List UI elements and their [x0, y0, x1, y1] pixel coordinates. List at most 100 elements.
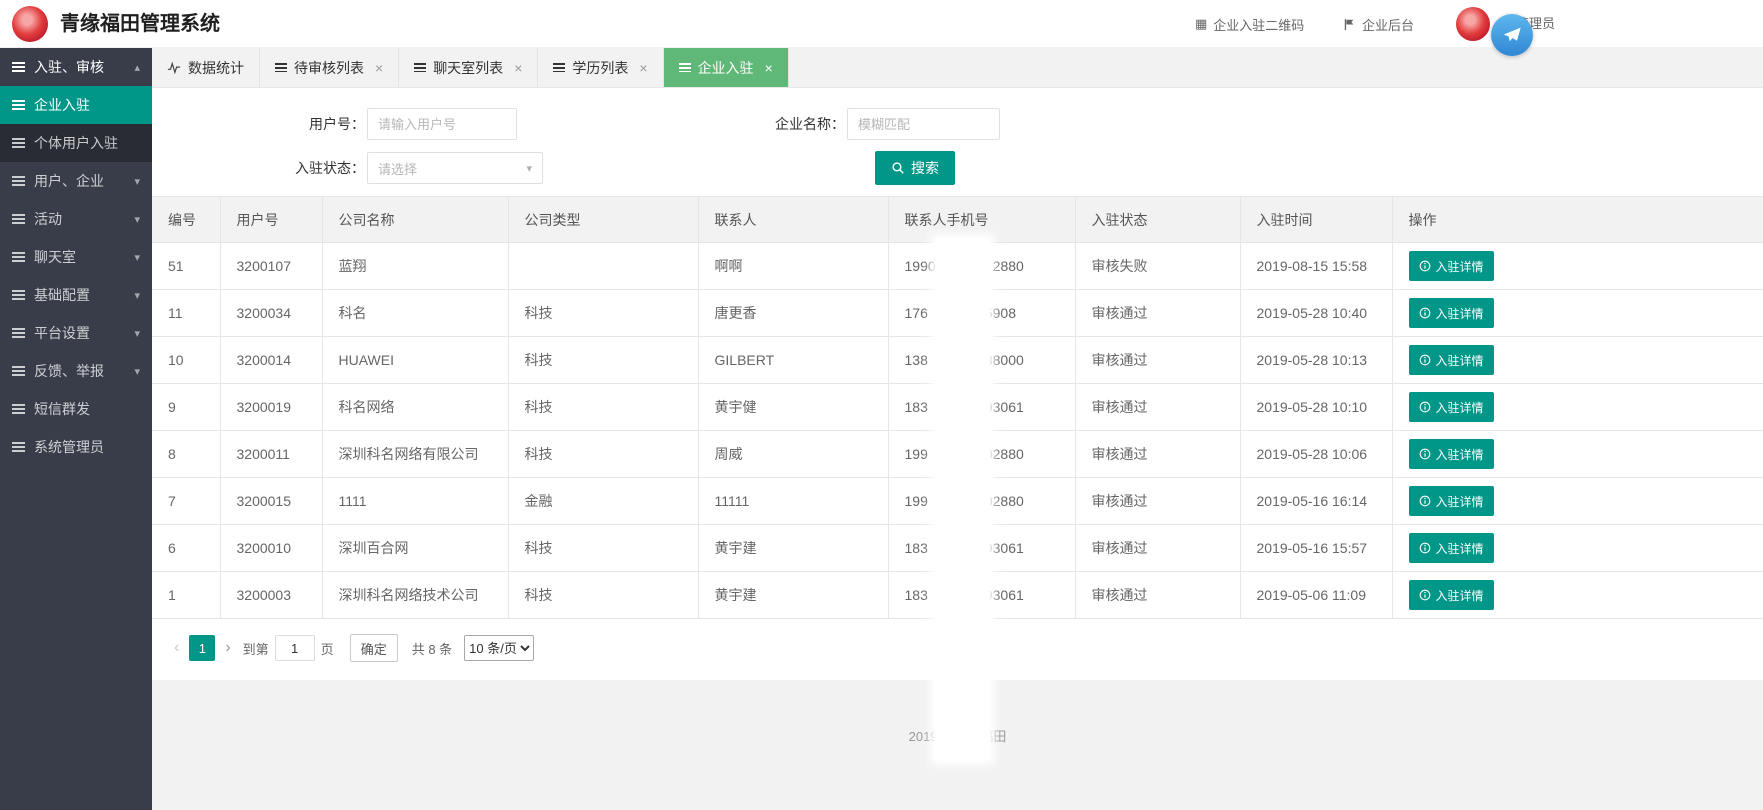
menu-list-icon: [12, 442, 25, 452]
cell-status: 审核通过: [1074, 289, 1241, 337]
entry-detail-button[interactable]: 入驻详情: [1408, 533, 1494, 563]
sidebar-item-individual-entry[interactable]: 个体用户入驻: [0, 124, 152, 162]
caret-down-icon: ▾: [134, 175, 140, 188]
current-page-button[interactable]: 1: [189, 635, 216, 661]
entry-detail-button[interactable]: 入驻详情: [1408, 251, 1494, 281]
cell-type: [507, 242, 699, 290]
caret-down-icon: ▾: [134, 251, 140, 264]
caret-down-icon: ▾: [134, 327, 140, 340]
telegram-extension-badge[interactable]: [1491, 14, 1533, 56]
cell-user-id: 3200010: [219, 524, 323, 572]
cell-time: 2019-05-16 16:14: [1239, 477, 1393, 525]
cell-time: 2019-05-28 10:10: [1239, 383, 1393, 431]
tab-company-entry[interactable]: 企业入驻 ×: [663, 48, 789, 87]
cell-type: 金融: [507, 477, 699, 525]
menu-list-icon: [12, 138, 25, 148]
total-count-label: 共 8 条: [411, 641, 453, 657]
info-icon: [1419, 401, 1430, 413]
user-id-input[interactable]: [367, 108, 517, 140]
cell-status: 审核通过: [1074, 477, 1241, 525]
cell-contact: 唐更香: [697, 289, 889, 337]
cell-user-id: 3200011: [219, 430, 323, 478]
cell-no: 7: [152, 477, 221, 525]
col-contact: 联系人: [697, 196, 889, 243]
company-name-input[interactable]: [847, 108, 1000, 140]
search-form: 用户号： 企业名称： 入驻状态： 请选择 ▾ 搜索: [152, 88, 1763, 196]
sidebar-nav: 入驻、审核 ▴ 企业入驻 个体用户入驻 用户、企业 ▾ 活动 ▾ 聊天室 ▾ 基…: [0, 48, 152, 810]
caret-up-icon: ▴: [134, 61, 140, 74]
cell-status: 审核通过: [1074, 571, 1241, 619]
flag-icon: [1344, 18, 1354, 30]
cell-time: 2019-08-15 15:58: [1239, 242, 1393, 290]
cell-company: 科名网络: [321, 383, 509, 431]
sidebar-item-sms-broadcast[interactable]: 短信群发: [0, 390, 152, 428]
company-entry-qrcode-link[interactable]: ▦ 企业入驻二维码: [1195, 0, 1304, 48]
tab-pending-review-list[interactable]: 待审核列表 ×: [260, 48, 400, 87]
entry-detail-button[interactable]: 入驻详情: [1408, 439, 1494, 469]
tab-education-list[interactable]: 学历列表 ×: [538, 48, 664, 87]
search-icon: [892, 162, 904, 174]
sidebar-item-basic-config[interactable]: 基础配置 ▾: [0, 276, 152, 314]
sidebar-item-feedback-report[interactable]: 反馈、举报 ▾: [0, 352, 152, 390]
page-size-select[interactable]: 10 条/页: [464, 635, 535, 661]
entry-detail-button[interactable]: 入驻详情: [1408, 345, 1494, 375]
caret-down-icon: ▾: [134, 289, 140, 302]
entry-detail-button[interactable]: 入驻详情: [1408, 580, 1494, 610]
cell-user-id: 3200107: [219, 242, 323, 290]
sidebar-item-platform-settings[interactable]: 平台设置 ▾: [0, 314, 152, 352]
entry-status-select[interactable]: 请选择 ▾: [367, 152, 543, 184]
cell-action: 入驻详情: [1391, 571, 1763, 619]
cell-time: 2019-05-28 10:40: [1239, 289, 1393, 337]
company-backend-link[interactable]: 企业后台: [1343, 0, 1414, 48]
sidebar-item-company-entry[interactable]: 企业入驻: [0, 86, 152, 124]
prev-page-button[interactable]: ‹: [168, 639, 185, 657]
tab-data-statistics[interactable]: 数据统计: [152, 48, 260, 87]
menu-list-icon: [12, 404, 25, 414]
backend-link-label: 企业后台: [1362, 17, 1415, 33]
info-icon: [1419, 542, 1430, 554]
sidebar-item-chatroom[interactable]: 聊天室 ▾: [0, 238, 152, 276]
sidebar-item-activity[interactable]: 活动 ▾: [0, 200, 152, 238]
col-entry-status: 入驻状态: [1074, 196, 1241, 243]
info-icon: [1419, 260, 1430, 272]
cell-action: 入驻详情: [1391, 524, 1763, 572]
info-icon: [1419, 448, 1430, 460]
menu-list-icon: [12, 252, 25, 262]
entry-detail-button[interactable]: 入驻详情: [1408, 298, 1494, 328]
close-icon[interactable]: ×: [514, 60, 522, 76]
cell-user-id: 3200015: [219, 477, 323, 525]
sidebar-item-entry-review[interactable]: 入驻、审核 ▴: [0, 48, 152, 86]
cell-user-id: 3200003: [219, 571, 323, 619]
next-page-button[interactable]: ›: [219, 639, 236, 657]
tab-chatroom-list[interactable]: 聊天室列表 ×: [399, 48, 539, 87]
cell-company: 深圳科名网络技术公司: [321, 571, 509, 619]
cell-time: 2019-05-16 15:57: [1239, 524, 1393, 572]
sidebar-item-user-company[interactable]: 用户、企业 ▾: [0, 162, 152, 200]
close-icon[interactable]: ×: [765, 60, 773, 76]
cell-action: 入驻详情: [1391, 242, 1763, 290]
col-company-name: 公司名称: [321, 196, 509, 243]
sidebar-item-system-admin[interactable]: 系统管理员: [0, 428, 152, 466]
col-no: 编号: [152, 196, 221, 243]
entry-detail-button[interactable]: 入驻详情: [1408, 392, 1494, 422]
goto-page-input[interactable]: [274, 635, 315, 661]
cell-contact: 黄宇建: [697, 524, 889, 572]
list-icon: [414, 63, 427, 72]
close-icon[interactable]: ×: [639, 60, 647, 76]
app-title: 青缘福田管理系统: [60, 13, 220, 35]
cell-no: 8: [152, 430, 221, 478]
search-button[interactable]: 搜索: [875, 151, 955, 185]
info-icon: [1419, 589, 1430, 601]
info-icon: [1419, 354, 1430, 366]
goto-confirm-button[interactable]: 确定: [349, 634, 398, 662]
cell-type: 科技: [507, 383, 699, 431]
menu-list-icon: [12, 290, 25, 300]
info-icon: [1419, 495, 1430, 507]
close-icon[interactable]: ×: [375, 60, 383, 76]
cell-user-id: 3200034: [219, 289, 323, 337]
cell-status: 审核通过: [1074, 430, 1241, 478]
cell-no: 51: [152, 242, 221, 290]
entry-detail-button[interactable]: 入驻详情: [1408, 486, 1494, 516]
menu-list-icon: [12, 176, 25, 186]
user-avatar[interactable]: [1456, 7, 1490, 41]
